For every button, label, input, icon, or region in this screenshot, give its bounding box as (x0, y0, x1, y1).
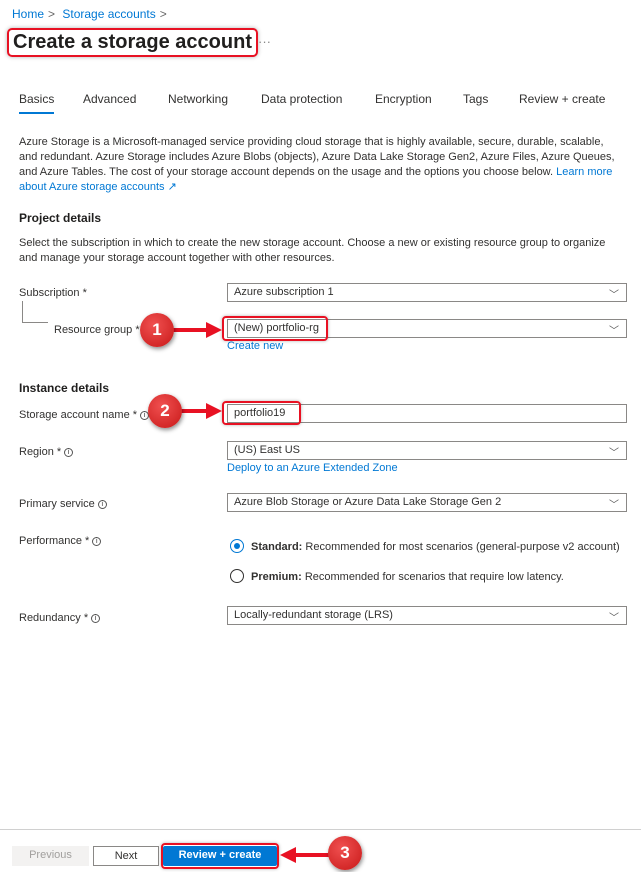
redundancy-value: Locally-redundant storage (LRS) (234, 609, 393, 621)
create-new-link[interactable]: Create new (227, 340, 283, 352)
chevron-down-icon: ﹀ (609, 326, 619, 337)
tab-advanced[interactable]: Advanced (83, 92, 136, 106)
arrow-1 (170, 328, 210, 332)
chevron-down-icon: ﹀ (609, 448, 619, 459)
redundancy-label: Redundancy * i (19, 612, 101, 624)
tab-basics[interactable]: Basics (19, 92, 55, 114)
info-icon[interactable]: i (91, 613, 101, 623)
project-details-text: Select the subscription in which to crea… (19, 237, 606, 264)
chevron-down-icon: ﹀ (609, 500, 619, 511)
annotation-badge-1: 1 (140, 313, 174, 347)
arrow-head-icon (280, 847, 296, 863)
radio-premium[interactable] (230, 569, 244, 583)
extended-zone-link[interactable]: Deploy to an Azure Extended Zone (227, 462, 398, 474)
region-value: (US) East US (234, 444, 301, 456)
breadcrumb: Home > Storage accounts > (12, 7, 167, 21)
breadcrumb-storage-accounts[interactable]: Storage accounts (62, 7, 155, 21)
premium-option-label: Premium: Recommended for scenarios that … (251, 571, 564, 583)
primary-service-label: Primary service i (19, 498, 107, 510)
info-icon[interactable]: i (92, 536, 102, 546)
page-title: Create a storage account (7, 28, 258, 57)
highlight-box-review-button (161, 843, 279, 869)
footer-divider (0, 829, 641, 830)
tab-encryption[interactable]: Encryption (375, 92, 432, 106)
info-icon[interactable]: i (64, 447, 74, 457)
chevron-down-icon: ﹀ (609, 613, 619, 624)
info-icon[interactable]: i (97, 499, 107, 509)
performance-label: Performance * i (19, 535, 102, 547)
primary-service-dropdown[interactable]: Azure Blob Storage or Azure Data Lake St… (227, 493, 627, 512)
arrow-head-icon (206, 322, 222, 338)
highlight-box-storage-name (222, 401, 301, 425)
tab-review-create[interactable]: Review + create (519, 92, 605, 106)
arrow-head-icon (206, 403, 222, 419)
previous-button[interactable]: Previous (12, 846, 89, 866)
primary-service-value: Azure Blob Storage or Azure Data Lake St… (234, 496, 502, 508)
intro-text: Azure Storage is a Microsoft-managed ser… (19, 136, 615, 193)
breadcrumb-home[interactable]: Home (12, 7, 44, 21)
subscription-dropdown[interactable]: Azure subscription 1 ﹀ (227, 283, 627, 302)
region-dropdown[interactable]: (US) East US ﹀ (227, 441, 627, 460)
instance-details-heading: Instance details (19, 381, 110, 395)
tab-data-protection[interactable]: Data protection (261, 92, 342, 106)
standard-option-label: Standard: Recommended for most scenarios… (251, 541, 620, 553)
subscription-value: Azure subscription 1 (234, 286, 334, 298)
region-label: Region * i (19, 446, 74, 458)
project-details-heading: Project details (19, 211, 102, 225)
tree-connector (22, 301, 48, 323)
tab-networking[interactable]: Networking (168, 92, 228, 106)
subscription-label: Subscription * (19, 287, 87, 299)
tab-tags[interactable]: Tags (463, 92, 488, 106)
highlight-box-resource-group (222, 316, 328, 341)
annotation-badge-2: 2 (148, 394, 182, 428)
annotation-badge-3: 3 (328, 836, 362, 870)
next-button[interactable]: Next (93, 846, 159, 866)
resource-group-label: Resource group * (54, 324, 140, 336)
redundancy-dropdown[interactable]: Locally-redundant storage (LRS) ﹀ (227, 606, 627, 625)
chevron-down-icon: ﹀ (609, 290, 619, 301)
storage-name-label: Storage account name * i (19, 409, 150, 421)
external-link-icon: ↗ (167, 181, 177, 193)
radio-standard[interactable] (230, 539, 244, 553)
more-button[interactable]: ··· (258, 34, 271, 49)
